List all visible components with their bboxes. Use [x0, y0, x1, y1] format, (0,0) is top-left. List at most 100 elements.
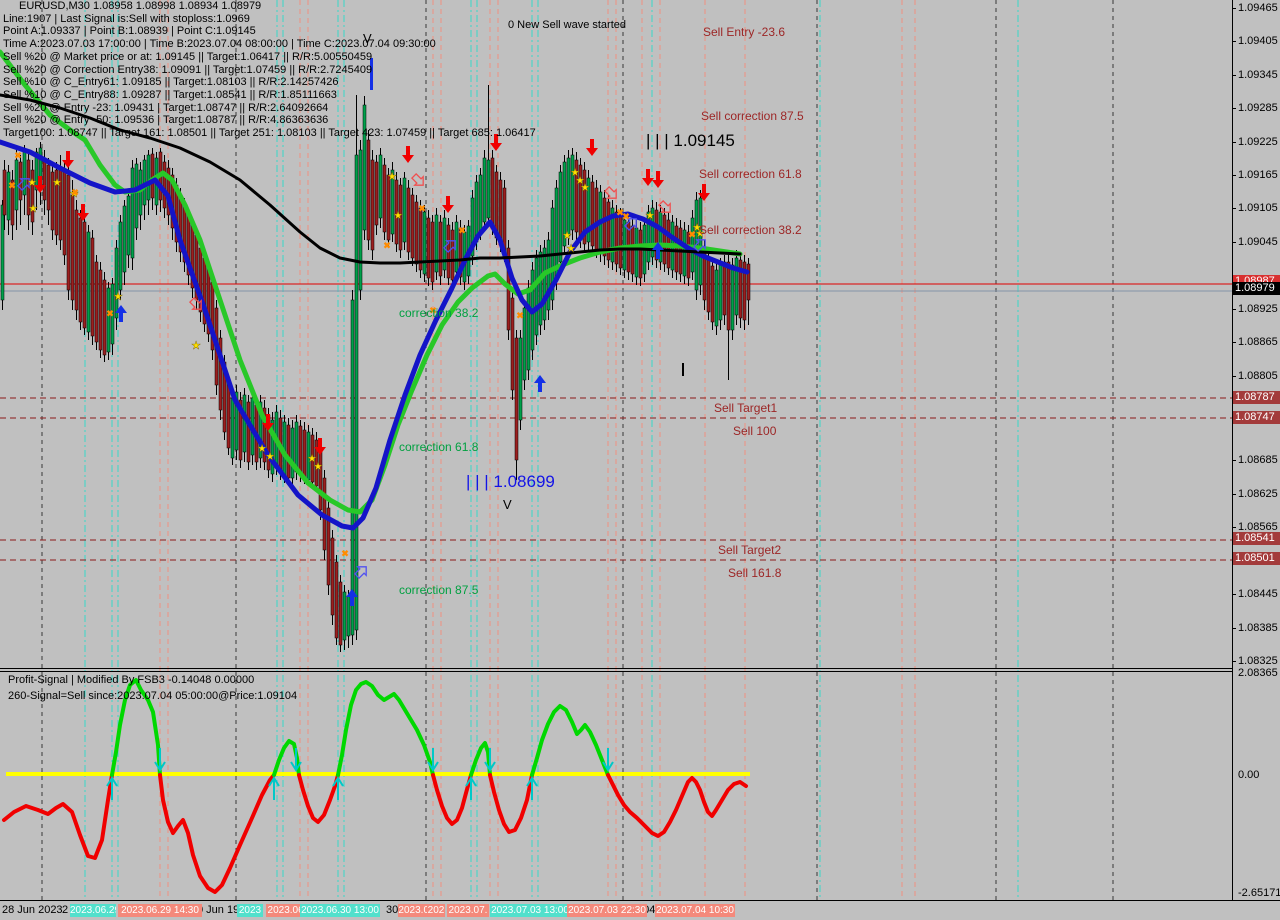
- panel-separator-top[interactable]: [0, 668, 1232, 669]
- point-c-price-mark: | | | 1.09145: [646, 131, 735, 151]
- price-tick-mark: [1232, 594, 1236, 595]
- price-tick-mark: [1232, 376, 1236, 377]
- time-highlight-buy: 2023.07.03 13:00: [490, 904, 570, 917]
- candle-body: [379, 155, 382, 218]
- price-tick-mark: [1232, 41, 1236, 42]
- candle-body: [351, 300, 354, 635]
- star-signal-icon: ★: [52, 177, 62, 189]
- star-signal-icon: ★: [28, 203, 38, 215]
- time-highlight-buy: 2023.06.30 13:00: [300, 904, 380, 917]
- price-tick-label: 1.08925: [1238, 303, 1278, 315]
- candle-body: [431, 222, 434, 282]
- price-tick-mark: [1232, 494, 1236, 495]
- candle-body: [319, 448, 322, 510]
- price-tick-mark: [1232, 142, 1236, 143]
- candle-body: [343, 592, 346, 640]
- oscillator-red-segment: [433, 775, 471, 824]
- price-tick-mark: [1232, 628, 1236, 629]
- sell-target1-label: Sell Target1: [714, 401, 777, 415]
- star-signal-icon: ★: [265, 451, 275, 463]
- candle-body: [147, 155, 150, 200]
- cross-signal-icon: ✖: [622, 212, 630, 222]
- price-tick-label: 1.08625: [1238, 488, 1278, 500]
- time-highlight-sell: 202: [427, 904, 445, 917]
- sell-arrow-icon: [586, 139, 598, 156]
- candle-body: [355, 155, 358, 630]
- ea-info-line: Sell %20 @ Market price or at: 1.09145 |…: [3, 51, 372, 63]
- cross-signal-icon: ✖: [418, 204, 426, 214]
- price-tick-label: 1.08445: [1238, 588, 1278, 600]
- candle-body: [247, 402, 250, 462]
- candle-body: [291, 428, 294, 478]
- sell-target2-label: Sell Target2: [718, 543, 781, 557]
- ea-info-line: Target100: 1.08747 || Target 161: 1.0850…: [3, 127, 536, 139]
- wave-started-label: 0 New Sell wave started: [508, 19, 626, 31]
- candle-body: [539, 252, 542, 325]
- star-signal-icon: ★: [387, 171, 397, 183]
- candle-body: [639, 230, 642, 278]
- candle-body: [95, 262, 98, 342]
- candle-body: [75, 210, 78, 310]
- candle-body: [723, 262, 726, 315]
- candle-body: [383, 165, 386, 232]
- candle-body: [91, 238, 94, 336]
- candle-body: [435, 215, 438, 272]
- candle-body: [411, 195, 414, 258]
- oscillator-red-segment: [160, 775, 274, 892]
- panel-separator-bottom[interactable]: [0, 671, 1232, 672]
- candle-body: [711, 266, 714, 322]
- candle-body: [163, 162, 166, 208]
- price-tick-mark: [1232, 460, 1236, 461]
- star-signal-icon: ★: [645, 210, 655, 222]
- candle-body: [1, 205, 4, 300]
- price-badge-1.08541: 1.08541: [1233, 532, 1280, 545]
- oscillator-green-segment: [471, 743, 490, 775]
- candle-body: [707, 258, 710, 312]
- price-tick-label: 1.08865: [1238, 336, 1278, 348]
- sell-arrow-icon: [402, 146, 414, 163]
- star-signal-icon: ★: [191, 340, 201, 352]
- price-tick-mark: [1232, 309, 1236, 310]
- price-badge-1.08747: 1.08747: [1233, 411, 1280, 424]
- price-tick-mark: [1232, 75, 1236, 76]
- cross-signal-icon: ✖: [106, 309, 114, 319]
- price-tick-mark: [1232, 175, 1236, 176]
- time-highlight-sell: 2023.07.04 10:30: [655, 904, 735, 917]
- candle-body: [87, 232, 90, 332]
- buy-arrow-icon: [534, 375, 546, 392]
- candle-body: [479, 175, 482, 232]
- candle-body: [519, 338, 522, 420]
- candle-body: [615, 212, 618, 264]
- price-tick-label: 1.08805: [1238, 370, 1278, 382]
- cross-signal-icon: ✖: [458, 226, 466, 236]
- candle-body: [483, 158, 486, 222]
- candle-body: [591, 182, 594, 246]
- candle-body: [535, 258, 538, 335]
- candle-body: [231, 398, 234, 458]
- candle-body: [227, 382, 230, 448]
- candle-body: [151, 154, 154, 198]
- candle-body: [363, 105, 366, 230]
- candle-body: [699, 198, 702, 285]
- sell-1618-label: Sell 161.8: [728, 566, 781, 580]
- price-tick-label: 1.08325: [1238, 655, 1278, 667]
- star-signal-icon: ★: [562, 230, 572, 242]
- price-tick-mark: [1232, 8, 1236, 9]
- indicator-tick-label: -2.65171: [1238, 887, 1280, 899]
- wave-v-mid-mark: V: [503, 497, 512, 512]
- price-tick-mark: [1232, 108, 1236, 109]
- price-tick-mark: [1232, 242, 1236, 243]
- candle-body: [19, 162, 22, 200]
- sell-correction-875-label: Sell correction 87.5: [701, 109, 804, 123]
- price-tick-mark: [1232, 342, 1236, 343]
- price-axis-border: [1232, 0, 1233, 901]
- sell-100-label: Sell 100: [733, 424, 776, 438]
- cross-signal-icon: ✖: [383, 241, 391, 251]
- star-signal-icon: ★: [313, 461, 323, 473]
- oscillator-green-segment: [338, 682, 433, 775]
- ea-info-line: EURUSD,M30 1.08958 1.08998 1.08934 1.089…: [19, 0, 261, 12]
- candle-body: [515, 338, 518, 460]
- candle-body: [719, 265, 722, 320]
- candle-body: [119, 222, 122, 290]
- candle-body: [635, 228, 638, 277]
